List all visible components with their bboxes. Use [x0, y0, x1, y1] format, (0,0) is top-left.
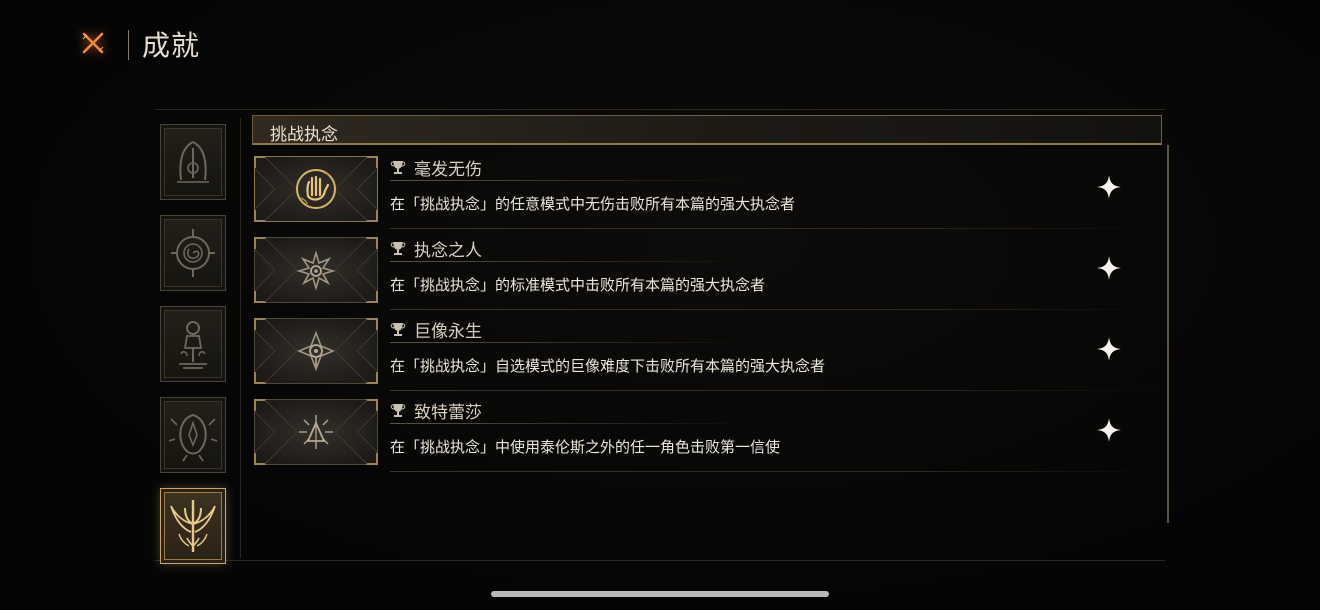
achievement-row[interactable]: 毫发无伤 在「挑战执念」的任意模式中无伤击败所有本篇的强大执念者 [252, 150, 1162, 230]
achievement-row[interactable]: 执念之人 在「挑战执念」的标准模式中击败所有本篇的强大执念者 [252, 231, 1162, 311]
trophy-icon [390, 404, 406, 417]
sidebar-tab-5[interactable] [160, 488, 226, 564]
section-header: 挑战执念 [252, 115, 1162, 145]
home-indicator[interactable] [491, 591, 829, 597]
sparkle-star-icon [1097, 256, 1121, 280]
row-separator [390, 309, 1160, 310]
name-underline [390, 180, 750, 181]
radiant-eye-icon [296, 330, 336, 372]
close-button[interactable] [78, 28, 108, 58]
achievement-description: 在「挑战执念」自选模式的巨像难度下击败所有本篇的强大执念者 [390, 357, 826, 375]
achievement-name: 执念之人 [414, 241, 482, 261]
achievements-screen: 成就 挑战执念 毫发无伤 在「挑战执念」的任意模式中无伤击败所有本篇的强大执念者… [0, 0, 1320, 610]
row-separator [390, 390, 1160, 391]
spiral-compass-icon [171, 229, 215, 277]
achievement-icon-frame [254, 237, 378, 303]
thorn-wreath-icon [168, 413, 218, 462]
sidebar-tab-4[interactable] [160, 397, 226, 473]
burst-triangle-icon [299, 415, 333, 449]
scrollbar[interactable] [1167, 145, 1169, 523]
section-title: 挑战执念 [270, 125, 338, 145]
winged-trident-icon [170, 500, 216, 552]
golden-hand-icon [296, 169, 336, 209]
trophy-icon [390, 323, 406, 336]
category-sidebar [155, 118, 237, 568]
sparkle-star-icon [1097, 418, 1121, 442]
close-x-icon [82, 32, 104, 54]
title-separator [128, 30, 129, 60]
sidebar-tab-3[interactable] [160, 306, 226, 382]
achievement-name: 致特蕾莎 [414, 403, 482, 423]
name-underline [390, 423, 750, 424]
name-underline [390, 342, 750, 343]
row-separator [390, 471, 1160, 472]
page-title: 成就 [142, 29, 201, 62]
achievement-row[interactable]: 巨像永生 在「挑战执念」自选模式的巨像难度下击败所有本篇的强大执念者 [252, 312, 1162, 392]
sidebar-tab-2[interactable] [160, 215, 226, 291]
achievement-row[interactable]: 致特蕾莎 在「挑战执念」中使用泰伦斯之外的任一角色击败第一信使 [252, 393, 1162, 473]
sparkle-star-icon [1097, 175, 1121, 199]
lantern-shrine-icon [179, 321, 207, 369]
achievement-name: 毫发无伤 [414, 160, 482, 180]
spiked-eye-icon [296, 250, 336, 291]
achievement-icon-frame [254, 399, 378, 465]
achievement-icon-frame [254, 318, 378, 384]
achievement-description: 在「挑战执念」的标准模式中击败所有本篇的强大执念者 [390, 276, 766, 294]
name-underline [390, 261, 750, 262]
row-separator [390, 228, 1160, 229]
sparkle-star-icon [1097, 337, 1121, 361]
sidebar-divider [240, 118, 241, 558]
trophy-icon [390, 161, 406, 174]
achievement-description: 在「挑战执念」的任意模式中无伤击败所有本篇的强大执念者 [390, 195, 796, 213]
sidebar-tab-1[interactable] [160, 124, 226, 200]
achievement-description: 在「挑战执念」中使用泰伦斯之外的任一角色击败第一信使 [390, 438, 781, 456]
achievement-name: 巨像永生 [414, 322, 482, 342]
arch-sigil-icon [177, 141, 209, 183]
achievement-icon-frame [254, 156, 378, 222]
trophy-icon [390, 242, 406, 255]
achievement-list: 毫发无伤 在「挑战执念」的任意模式中无伤击败所有本篇的强大执念者 执念之人 在「… [252, 150, 1167, 550]
